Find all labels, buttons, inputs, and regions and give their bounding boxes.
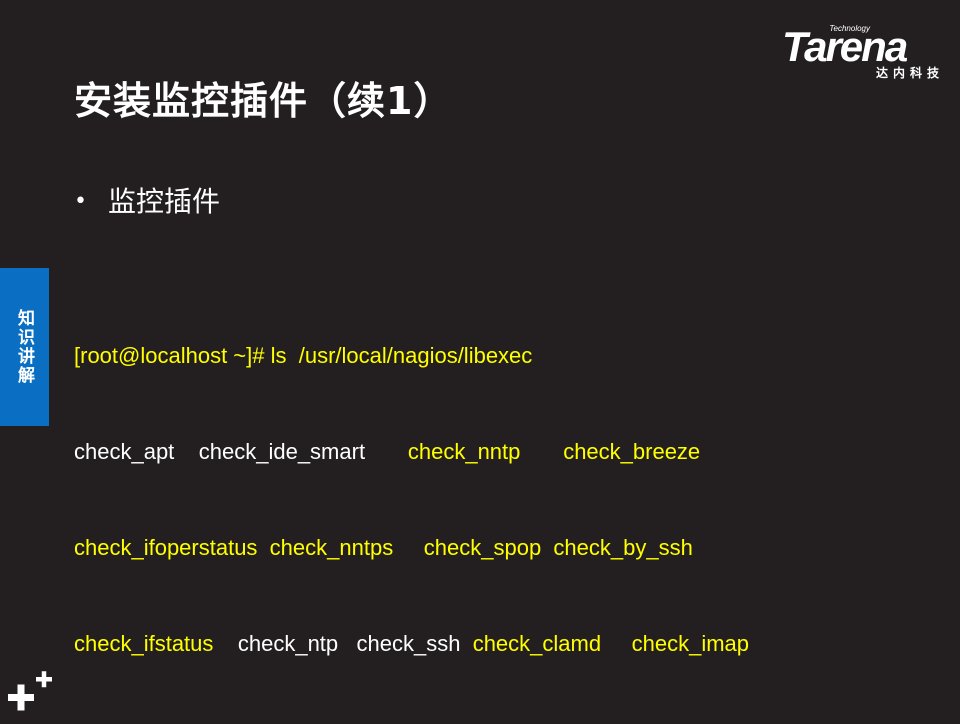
plugin-name: check_ntp	[237, 631, 339, 656]
plugin-name: check_imap	[631, 631, 750, 656]
plugin-name: check_by_ssh	[553, 535, 693, 560]
logo-brand-text: Tarena	[782, 23, 908, 70]
logo-chinese-text: 达内科技	[875, 66, 944, 80]
output-row-1: check_apt check_ide_smart check_nntp che…	[74, 436, 749, 468]
slide: 安装监控插件（续1） Technology Tarena 达内科技 • 监控插件 …	[0, 0, 960, 720]
output-row-3: check_ifstatus check_ntp check_ssh check…	[74, 628, 749, 660]
knowledge-tab-label: 知识讲解	[14, 309, 34, 385]
command-line: [root@localhost ~]# ls /usr/local/nagios…	[74, 340, 749, 372]
knowledge-tab: 知识讲解	[0, 268, 49, 426]
plugin-name: check_spop	[423, 535, 542, 560]
page-title: 安装监控插件（续1）	[74, 79, 453, 123]
tarena-logo: Technology Tarena 达内科技	[778, 24, 948, 84]
plugin-name: check_breeze	[563, 439, 701, 464]
command-text: [root@localhost ~]# ls /usr/local/nagios…	[74, 343, 533, 368]
plus-icon	[8, 671, 52, 711]
plugin-name: check_ssh	[356, 631, 461, 656]
plugin-name: check_nntp	[407, 439, 521, 464]
bullet-text: 监控插件	[108, 185, 221, 218]
terminal-output: [root@localhost ~]# ls /usr/local/nagios…	[74, 276, 749, 724]
plugin-name: check_apt	[74, 439, 175, 464]
plugin-name: check_ide_smart	[198, 439, 366, 464]
bullet-item: • 监控插件	[74, 180, 220, 220]
plugin-name: check_ifstatus	[74, 631, 214, 656]
plugin-name: check_nntps	[269, 535, 394, 560]
plugin-name: check_clamd	[472, 631, 602, 656]
output-row-2: check_ifoperstatus check_nntps check_spo…	[74, 532, 749, 564]
plugin-name: check_ifoperstatus	[74, 535, 258, 560]
bullet-dot-icon: •	[74, 189, 87, 214]
